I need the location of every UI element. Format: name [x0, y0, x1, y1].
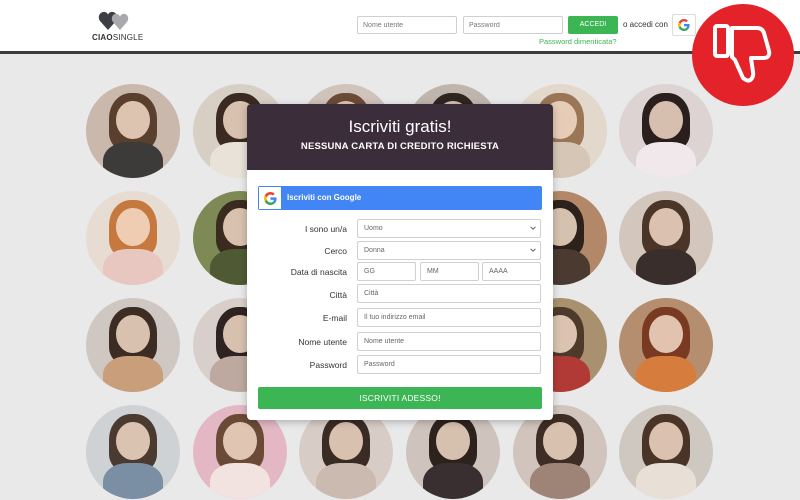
header-password-input[interactable]	[463, 16, 563, 34]
city-label: Città	[329, 290, 347, 300]
header-username-input[interactable]	[357, 16, 457, 34]
google-icon	[263, 191, 277, 205]
ciaosingle-logo[interactable]: CIAOSINGLE	[92, 10, 148, 44]
chevron-down-icon	[530, 248, 536, 252]
dob-day-input[interactable]: GG	[357, 262, 416, 281]
login-button[interactable]: ACCEDI	[568, 16, 618, 34]
profile-photo[interactable]	[86, 405, 180, 499]
thumbs-down-icon	[713, 24, 772, 83]
thumbs-down-badge	[692, 4, 794, 106]
google-signup-button[interactable]: Iscriviti con Google	[258, 186, 542, 210]
dob-year-input[interactable]: AAAA	[482, 262, 541, 281]
username-label: Nome utente	[298, 337, 347, 347]
signup-subtitle: NESSUNA CARTA DI CREDITO RICHIESTA	[300, 141, 500, 152]
seeking-select[interactable]: Donna	[357, 241, 541, 260]
password-input[interactable]: Password	[357, 355, 541, 374]
signup-modal: Iscriviti gratis! NESSUNA CARTA DI CREDI…	[247, 104, 553, 420]
signup-submit-button[interactable]: ISCRIVITI ADESSO!	[258, 387, 542, 409]
forgot-password-link[interactable]: Password dimenticata?	[539, 37, 617, 46]
profile-photo[interactable]	[86, 84, 180, 178]
gender-label: I sono un/a	[304, 224, 347, 234]
seeking-label: Cerco	[324, 246, 347, 256]
or-login-with-text: o accedi con	[623, 20, 668, 29]
google-icon-box	[259, 187, 281, 209]
profile-photo[interactable]	[619, 298, 713, 392]
logo-text: CIAOSINGLE	[92, 33, 144, 42]
profile-photo[interactable]	[86, 298, 180, 392]
profile-photo[interactable]	[619, 405, 713, 499]
dob-month-input[interactable]: MM	[420, 262, 479, 281]
username-input[interactable]: Nome utente	[357, 332, 541, 351]
google-login-button[interactable]	[672, 14, 696, 36]
email-input[interactable]: Il tuo indirizzo email	[357, 308, 541, 327]
signup-modal-header: Iscriviti gratis! NESSUNA CARTA DI CREDI…	[247, 104, 553, 170]
profile-photo[interactable]	[86, 191, 180, 285]
google-signup-label: Iscriviti con Google	[287, 193, 362, 202]
profile-photo[interactable]	[619, 191, 713, 285]
signup-title: Iscriviti gratis!	[348, 117, 452, 136]
chevron-down-icon	[530, 226, 536, 230]
profile-photo[interactable]	[619, 84, 713, 178]
gender-select[interactable]: Uomo	[357, 219, 541, 238]
top-header: CIAOSINGLE ACCEDI o accedi con Password …	[0, 0, 800, 54]
google-icon	[678, 19, 690, 31]
email-label: E-mail	[322, 313, 347, 323]
city-input[interactable]: Città	[357, 284, 541, 303]
hearts-logo-icon	[98, 11, 129, 30]
dob-label: Data di nascita	[290, 267, 347, 277]
password-label: Password	[309, 360, 347, 370]
